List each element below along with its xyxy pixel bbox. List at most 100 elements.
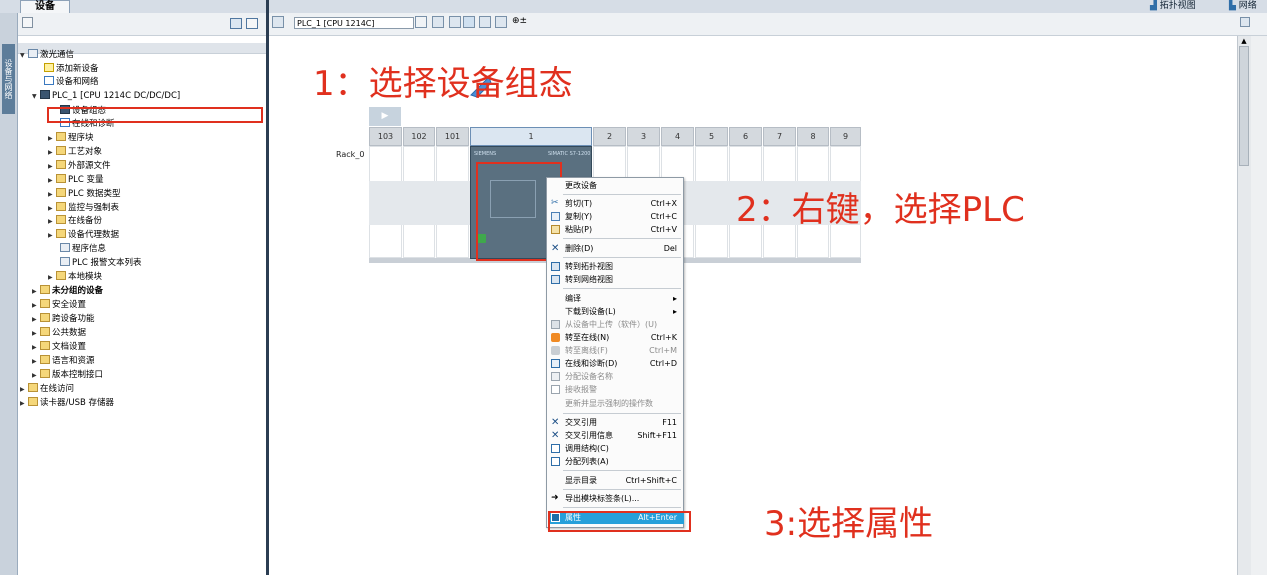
expand-right-icon[interactable]: ▶ (32, 299, 40, 312)
tree-item-alarm-text-lists[interactable]: PLC 报警文本列表 (60, 257, 142, 270)
cross-reference-info-icon: ✕ (551, 430, 560, 441)
plc-model: SIMATIC S7-1200 (548, 151, 591, 157)
tree-item-plc1[interactable]: ▼ PLC_1 [CPU 1214C DC/DC/DC] (32, 90, 180, 103)
toolbar-icon-3[interactable] (463, 16, 475, 28)
scrollbar-thumb[interactable] (1239, 46, 1249, 166)
tree-toolbar-icon[interactable] (22, 17, 33, 28)
expand-right-icon[interactable]: ▶ (32, 341, 40, 354)
folder-icon (40, 313, 50, 322)
menu-item-compile[interactable]: 编译 ▸ (547, 292, 683, 305)
tree-item-technology-objects[interactable]: ▶ 工艺对象 (48, 146, 102, 159)
text-list-icon (60, 257, 70, 266)
expand-right-icon[interactable]: ▶ (48, 146, 56, 159)
tree-item-common-data[interactable]: ▶ 公共数据 (32, 327, 86, 340)
tree-item-online-backups[interactable]: ▶ 在线备份 (48, 215, 102, 228)
expand-right-icon[interactable]: ▶ (32, 285, 40, 298)
menu-item-call-structure[interactable]: 调用结构(C) (547, 442, 683, 455)
tree-item-plc-data-types[interactable]: ▶ PLC 数据类型 (48, 188, 121, 201)
expand-right-icon[interactable]: ▶ (48, 229, 56, 242)
tree-item-languages-resources[interactable]: ▶ 语言和资源 (32, 355, 95, 368)
topology-view-tab[interactable]: ▟ 拓扑视图 (1150, 0, 1196, 12)
properties-highlight-box (548, 511, 691, 532)
rack-expand-icon[interactable]: ▶ (369, 107, 401, 126)
expand-right-icon[interactable]: ▶ (32, 327, 40, 340)
tree-item-security-settings[interactable]: ▶ 安全设置 (32, 299, 86, 312)
menu-item-cross-reference[interactable]: ✕ 交叉引用 F11 (547, 416, 683, 429)
menu-item-copy[interactable]: 复制(Y) Ctrl+C (547, 210, 683, 223)
device-view-canvas[interactable] (269, 36, 1237, 575)
slot-header: 7 (763, 127, 796, 146)
menu-item-paste[interactable]: 粘贴(P) Ctrl+V (547, 223, 683, 236)
menu-item-delete[interactable]: ✕ 删除(D) Del (547, 242, 683, 255)
zoom-icon[interactable]: ⊕± (512, 16, 527, 26)
device-view-icon[interactable] (272, 16, 284, 28)
tree-item-document-settings[interactable]: ▶ 文档设置 (32, 341, 86, 354)
menu-item-cut[interactable]: ✂ 剪切(T) Ctrl+X (547, 197, 683, 210)
menu-item-online-diagnostics[interactable]: 在线和诊断(D) Ctrl+D (547, 357, 683, 370)
toolbar-icon-1[interactable] (432, 16, 444, 28)
expand-right-icon[interactable]: ▶ (48, 174, 56, 187)
scissors-icon: ✂ (551, 198, 559, 208)
tree-item-external-sources[interactable]: ▶ 外部源文件 (48, 160, 111, 173)
scroll-up-icon[interactable]: ▲ (1240, 37, 1248, 45)
menu-item-go-online[interactable]: 转至在线(N) Ctrl+K (547, 331, 683, 344)
tree-item-program-info[interactable]: 程序信息 (60, 243, 106, 256)
expand-down-icon[interactable]: ▼ (20, 49, 28, 62)
list-view-icon[interactable] (230, 18, 242, 29)
tree-item-watch-force-tables[interactable]: ▶ 监控与强制表 (48, 202, 119, 215)
top-bar (0, 0, 1267, 14)
menu-item-export-labels[interactable]: ➜ 导出模块标签条(L)... (547, 492, 683, 505)
arrow-right-icon: ➜ (551, 493, 559, 503)
menu-item-upload-from-device[interactable]: 从设备中上传（软件）(U) (547, 318, 683, 331)
folder-icon (56, 229, 66, 238)
expand-right-icon[interactable]: ▶ (20, 383, 28, 396)
chevron-down-icon[interactable] (415, 16, 427, 28)
editor-side-icon[interactable] (1240, 17, 1250, 27)
tree-item-version-control[interactable]: ▶ 版本控制接口 (32, 369, 103, 382)
expand-right-icon[interactable]: ▶ (32, 355, 40, 368)
toolbar-icon-4[interactable] (479, 16, 491, 28)
toolbar-icon-5[interactable] (495, 16, 507, 28)
device-select[interactable]: PLC_1 [CPU 1214C] (294, 17, 414, 29)
tree-item-cross-device-functions[interactable]: ▶ 跨设备功能 (32, 313, 95, 326)
menu-item-go-offline[interactable]: 转至离线(F) Ctrl+M (547, 344, 683, 357)
menu-item-change-device[interactable]: 更改设备 (547, 179, 683, 192)
tree-item-card-reader[interactable]: ▶ 读卡器/USB 存储器 (20, 397, 114, 410)
tree-item-ungrouped-devices[interactable]: ▶ 未分组的设备 (32, 285, 103, 298)
menu-item-assign-device-name[interactable]: 分配设备名称 (547, 370, 683, 383)
tree-item-program-blocks[interactable]: ▶ 程序块 (48, 132, 94, 145)
expand-right-icon[interactable]: ▶ (32, 369, 40, 382)
network-view-tab[interactable]: ▙ 网络 (1229, 0, 1257, 12)
menu-item-show-catalog[interactable]: 显示目录 Ctrl+Shift+C (547, 474, 683, 487)
expand-right-icon[interactable]: ▶ (48, 271, 56, 284)
detail-view-icon[interactable] (246, 18, 258, 29)
menu-item-receive-alarms[interactable]: 接收报警 (547, 383, 683, 396)
tree-item-project[interactable]: ▼ 激光通信 (20, 49, 74, 62)
menu-item-assignment-list[interactable]: 分配列表(A) (547, 455, 683, 468)
menu-item-update-forced-operands[interactable]: 更新并显示强制的操作数 (547, 397, 683, 410)
menu-item-cross-reference-info[interactable]: ✕ 交叉引用信息 Shift+F11 (547, 429, 683, 442)
menu-item-download[interactable]: 下载到设备(L) ▸ (547, 305, 683, 318)
expand-right-icon[interactable]: ▶ (48, 215, 56, 228)
expand-right-icon[interactable]: ▶ (20, 397, 28, 410)
folder-icon (56, 202, 66, 211)
tab-devices[interactable]: 设备 (20, 0, 70, 14)
expand-right-icon[interactable]: ▶ (32, 313, 40, 326)
expand-down-icon[interactable]: ▼ (32, 90, 40, 103)
expand-right-icon[interactable]: ▶ (48, 132, 56, 145)
expand-right-icon[interactable]: ▶ (48, 202, 56, 215)
tree-item-devices-networks[interactable]: 设备和网络 (44, 76, 99, 89)
vertical-tab-devices-networks[interactable]: 设备与网络 (2, 44, 15, 114)
tree-item-online-access[interactable]: ▶ 在线访问 (20, 383, 74, 396)
go-online-icon (551, 333, 560, 342)
folder-icon (56, 132, 66, 141)
menu-item-network-view[interactable]: 转到网络视图 (547, 273, 683, 286)
tree-item-device-proxy[interactable]: ▶ 设备代理数据 (48, 229, 119, 242)
menu-item-topology-view[interactable]: 转到拓扑视图 (547, 260, 683, 273)
toolbar-icon-2[interactable] (449, 16, 461, 28)
tree-item-add-device[interactable]: 添加新设备 (44, 63, 99, 76)
expand-right-icon[interactable]: ▶ (48, 160, 56, 173)
tree-item-plc-tags[interactable]: ▶ PLC 变量 (48, 174, 104, 187)
tree-item-local-modules[interactable]: ▶ 本地模块 (48, 271, 102, 284)
expand-right-icon[interactable]: ▶ (48, 188, 56, 201)
